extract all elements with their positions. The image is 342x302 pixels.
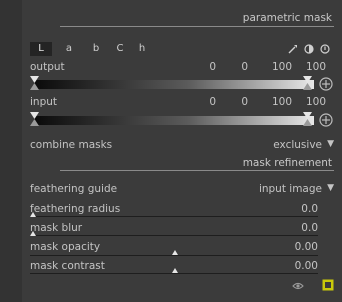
- output-value-4: 100: [305, 61, 326, 73]
- input-value-2: 0: [241, 96, 248, 108]
- combine-masks-label: combine masks: [30, 139, 113, 151]
- input-value-4: 100: [305, 96, 326, 108]
- input-add-marker-icon[interactable]: [319, 113, 333, 130]
- mask-opacity-slider[interactable]: [30, 255, 318, 256]
- output-value-2: 0: [241, 61, 248, 73]
- mask-blur-value: 0.0: [301, 222, 318, 234]
- display-mask-icon[interactable]: [322, 279, 334, 294]
- tab-h[interactable]: h: [135, 42, 149, 56]
- feathering-guide-chevron-down-icon[interactable]: ▼: [327, 183, 334, 193]
- eye-icon[interactable]: [292, 281, 304, 294]
- mask-contrast-slider[interactable]: [30, 273, 318, 274]
- mask-blur-slider[interactable]: [30, 235, 318, 236]
- input-value-1: 0: [209, 96, 216, 108]
- input-left-marker-icon[interactable]: [30, 112, 39, 129]
- color-picker-icon[interactable]: [288, 44, 298, 54]
- mask-contrast-slider-handle[interactable]: [172, 268, 178, 273]
- output-value-1: 0: [209, 61, 216, 73]
- invert-polarity-icon[interactable]: [304, 44, 314, 54]
- tab-a[interactable]: a: [62, 42, 76, 56]
- feathering-radius-slider-handle[interactable]: [30, 212, 36, 217]
- masks-panel: parametric mask L a b C h output 0 0 100…: [0, 0, 342, 302]
- output-value-3: 100: [271, 61, 292, 73]
- output-left-marker-icon[interactable]: [30, 76, 39, 93]
- mask-blur-slider-handle[interactable]: [30, 231, 36, 236]
- output-right-marker-icon[interactable]: [303, 76, 312, 93]
- feathering-radius-slider[interactable]: [30, 216, 318, 217]
- input-value-3: 100: [271, 96, 292, 108]
- tab-L[interactable]: L: [30, 42, 52, 56]
- mask-refinement-title: mask refinement: [242, 157, 332, 169]
- panel-left-edge: [0, 0, 22, 302]
- output-add-marker-icon[interactable]: [319, 77, 333, 94]
- feathering-radius-value: 0.0: [301, 203, 318, 215]
- mask-refinement-divider: [60, 170, 334, 171]
- tab-C[interactable]: C: [113, 42, 127, 56]
- feathering-guide-dropdown[interactable]: input image: [259, 183, 322, 195]
- mask-opacity-value: 0.00: [294, 241, 318, 253]
- parametric-mask-divider: [60, 26, 334, 27]
- mask-contrast-value: 0.00: [294, 260, 318, 272]
- mask-blur-label: mask blur: [30, 222, 83, 234]
- reset-icon[interactable]: [320, 44, 330, 54]
- parametric-mask-title: parametric mask: [242, 12, 332, 24]
- combine-masks-chevron-down-icon[interactable]: ▼: [327, 139, 334, 149]
- input-label: input: [30, 96, 58, 108]
- mask-opacity-label: mask opacity: [30, 241, 101, 253]
- tab-b[interactable]: b: [89, 42, 103, 56]
- output-label: output: [30, 61, 65, 73]
- feathering-radius-label: feathering radius: [30, 203, 121, 215]
- mask-opacity-slider-handle[interactable]: [172, 250, 178, 255]
- input-right-marker-icon[interactable]: [303, 112, 312, 129]
- output-gradient-slider[interactable]: [34, 80, 314, 89]
- feathering-guide-label: feathering guide: [30, 183, 118, 195]
- input-gradient-slider[interactable]: [34, 116, 314, 125]
- combine-masks-dropdown[interactable]: exclusive: [273, 139, 322, 151]
- mask-contrast-label: mask contrast: [30, 260, 105, 272]
